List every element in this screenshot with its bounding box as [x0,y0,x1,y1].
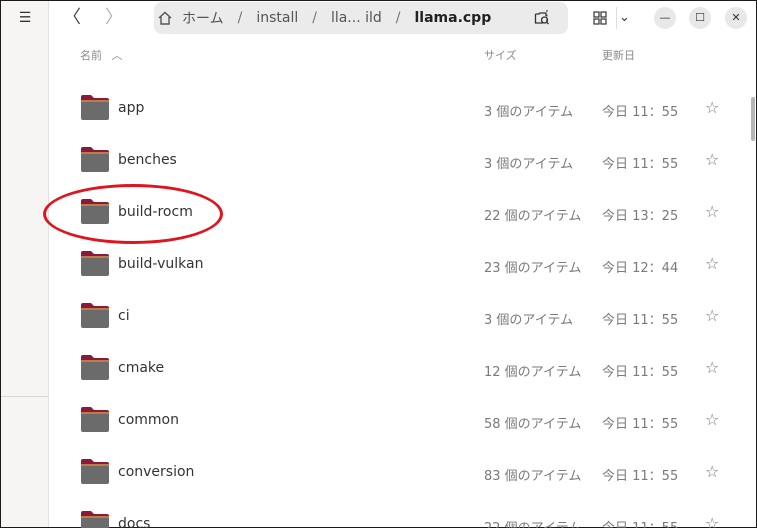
star-icon[interactable]: ☆ [705,358,719,377]
folder-icon [81,251,109,276]
file-modified: 今日 13：25 [602,209,679,224]
file-modified: 今日 11：55 [602,469,679,484]
file-size: 58 個のアイテム [484,417,582,432]
file-size: 83 個のアイテム [484,469,582,484]
minimize-button[interactable]: — [654,7,676,29]
file-row[interactable]: benches 3 個のアイテム 今日 11：55 ☆ [50,135,750,187]
hamburger-menu-icon[interactable]: ☰ [15,9,35,27]
folder-icon [81,355,109,380]
star-icon[interactable]: ☆ [705,98,719,117]
header-bar: 〈 〉 ホーム / install / lla... ild / llama.c… [50,1,756,37]
scrollbar[interactable] [751,97,755,141]
red-annotation-circle [43,184,223,244]
file-name: benches [118,152,177,168]
column-header-modified[interactable]: 更新日 [602,47,635,63]
file-row[interactable]: ci 3 個のアイテム 今日 11：55 ☆ [50,291,750,343]
path-segment-install[interactable]: install [250,10,304,26]
file-name: common [118,412,179,428]
close-button[interactable]: ✕ [725,7,747,29]
file-size: 3 個のアイテム [484,105,574,120]
file-modified: 今日 11：55 [602,105,679,120]
grid-icon [593,11,607,25]
file-row[interactable]: build-vulkan 23 個のアイテム 今日 12：44 ☆ [50,239,750,291]
file-modified: 今日 11：55 [602,417,679,432]
path-segment-collapsed[interactable]: lla... ild [325,10,388,26]
file-row[interactable]: app 3 個のアイテム 今日 11：55 ☆ [50,83,750,135]
sort-ascending-icon: ︿ [111,49,123,62]
file-size: 3 個のアイテム [484,157,574,172]
file-name: conversion [118,464,195,480]
close-icon: ✕ [731,11,741,24]
file-row[interactable]: common 58 個のアイテム 今日 11：55 ☆ [50,395,750,447]
column-header-size[interactable]: サイズ [484,47,517,63]
star-icon[interactable]: ☆ [705,306,719,325]
sidebar-divider [1,396,49,397]
file-modified: 今日 11：55 [602,517,678,528]
chevron-down-icon: ⌄ [619,10,630,25]
folder-icon [81,459,109,484]
star-icon[interactable]: ☆ [705,462,719,481]
star-icon[interactable]: ☆ [705,202,719,221]
path-segment-current[interactable]: llama.cpp [408,10,497,26]
file-size: 12 個のアイテム [484,365,582,380]
home-icon [158,11,172,25]
file-name: app [118,100,145,116]
folder-icon [81,147,109,172]
search-button[interactable] [530,7,554,29]
grid-view-button[interactable] [588,7,612,29]
folder-icon [81,407,109,432]
file-name: build-vulkan [118,256,204,272]
path-separator: / [312,10,317,26]
column-header-name[interactable]: 名前 ︿ [80,47,123,63]
file-modified: 今日 11：55 [602,157,679,172]
maximize-icon: ☐ [695,11,705,24]
file-size: 23 個のアイテム [484,261,582,276]
file-modified: 今日 12：44 [602,261,679,276]
file-modified: 今日 11：55 [602,313,679,328]
path-segment-home[interactable]: ホーム [176,8,230,28]
file-size: 3 個のアイテム [484,313,574,328]
file-name: ci [118,308,130,324]
star-icon[interactable]: ☆ [705,150,719,169]
view-options-dropdown[interactable]: ⌄ [616,7,632,29]
file-row[interactable]: conversion 83 個のアイテム 今日 11：55 ☆ [50,447,750,499]
forward-button[interactable]: 〉 [102,7,126,29]
file-size: 22 個のアイテム [484,209,582,224]
file-row[interactable]: cmake 12 個のアイテム 今日 11：55 ☆ [50,343,750,395]
path-separator: / [395,10,401,26]
search-folder-icon [534,12,549,25]
file-name: docs [118,516,151,528]
file-size: 22 個のアイテム [484,517,581,528]
path-bar[interactable]: ホーム / install / lla... ild / llama.cpp ⋮ [154,2,568,34]
back-button[interactable]: 〈 [60,7,84,29]
star-icon[interactable]: ☆ [705,410,719,429]
sidebar: ☰ [1,1,49,527]
maximize-button[interactable]: ☐ [689,7,711,29]
folder-icon [81,303,109,328]
file-name: cmake [118,360,165,376]
folder-icon [81,95,109,120]
folder-icon [81,511,109,528]
path-separator: / [237,10,243,26]
minimize-icon: — [659,11,671,24]
star-icon[interactable]: ☆ [705,514,719,528]
file-row[interactable]: docs 22 個のアイテム 今日 11：55 ☆ [50,499,750,528]
file-modified: 今日 11：55 [602,365,679,380]
star-icon[interactable]: ☆ [705,254,719,273]
